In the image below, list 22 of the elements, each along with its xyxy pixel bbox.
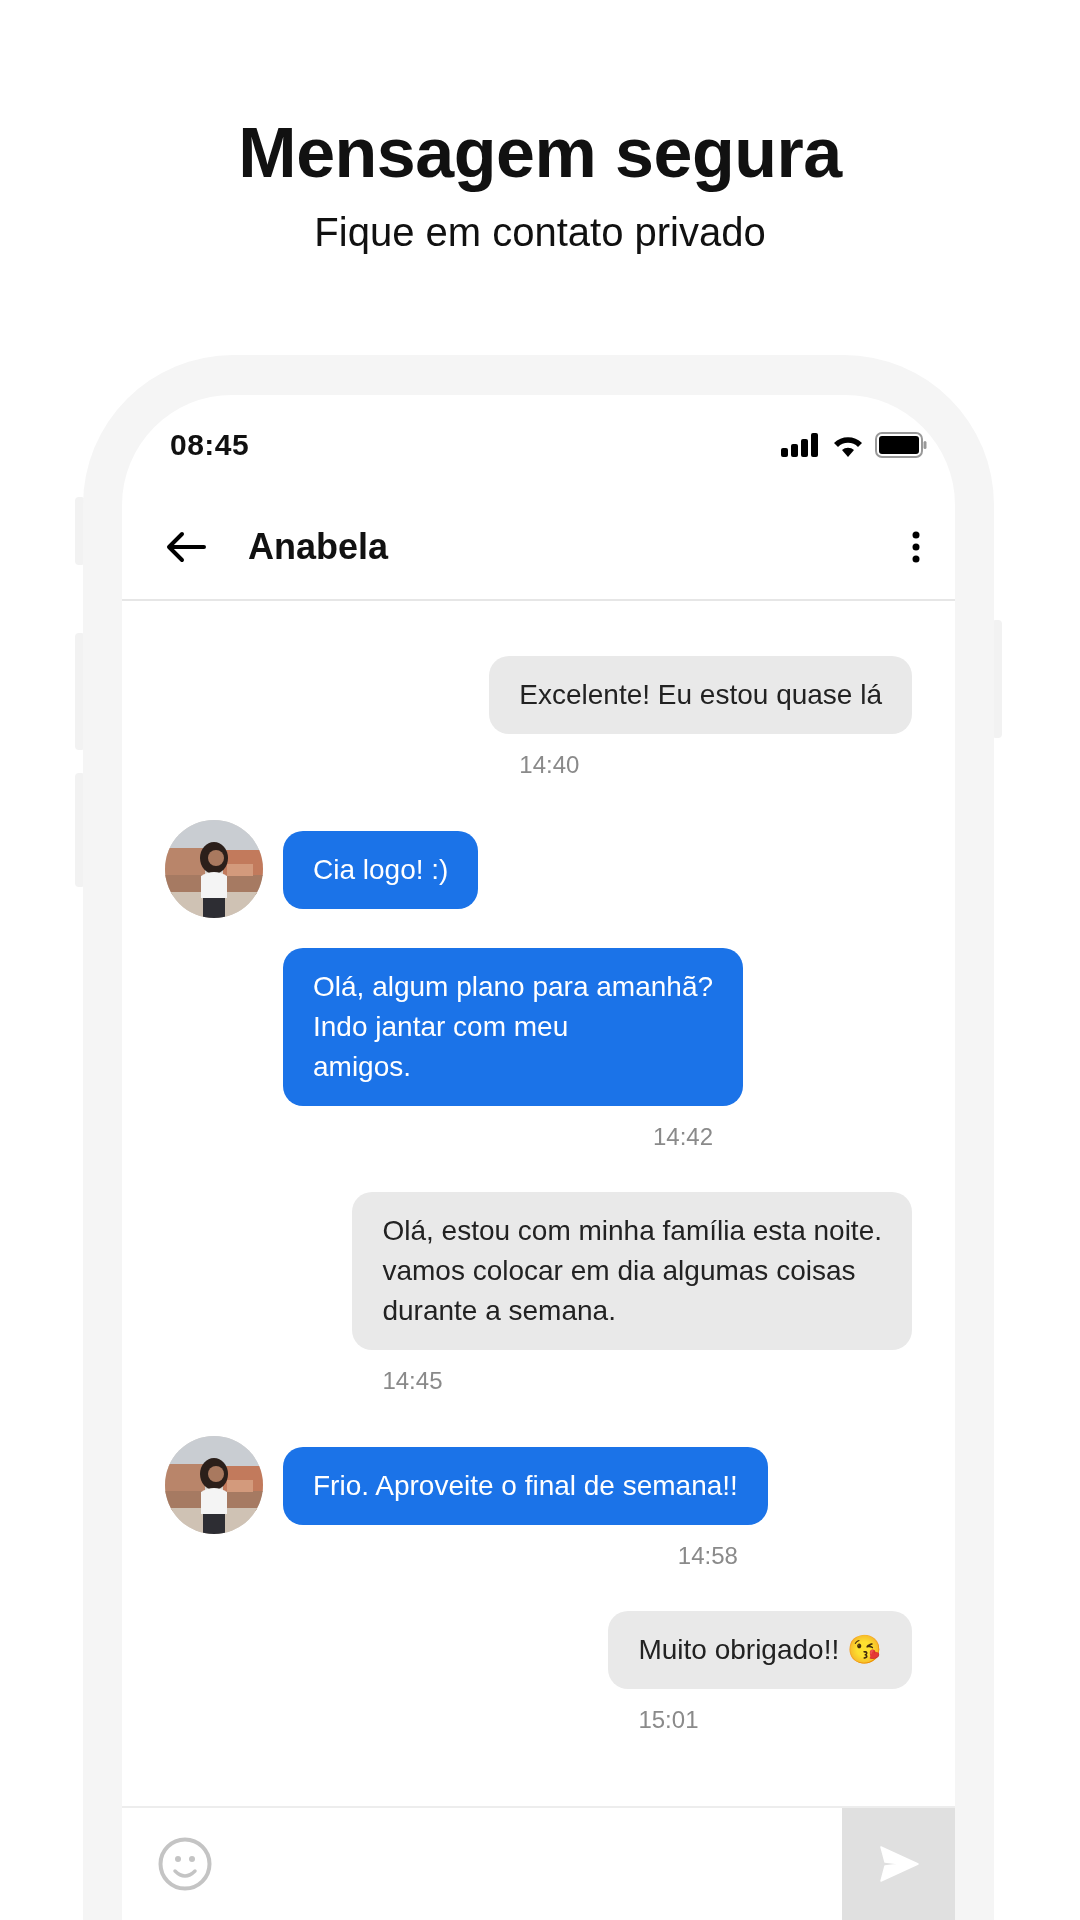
contact-name: Anabela	[248, 526, 390, 568]
signal-icon	[781, 433, 821, 457]
battery-icon	[875, 432, 927, 458]
send-icon	[878, 1846, 919, 1882]
promo-subtitle: Fique em contato privado	[314, 209, 766, 256]
more-button[interactable]	[911, 531, 921, 563]
message-bubble: Frio. Aproveite o final de semana!!	[283, 1447, 768, 1525]
message-time: 15:01	[637, 1705, 700, 1735]
message-time: 14:42	[652, 1122, 715, 1152]
more-icon	[911, 531, 921, 563]
message-time: 14:40	[518, 750, 581, 780]
clock-time: 08:45	[170, 428, 250, 462]
message-time: 14:58	[676, 1541, 739, 1571]
message-bubble: Excelente! Eu estou quase lá	[489, 656, 912, 734]
back-icon	[166, 531, 206, 563]
back-button[interactable]	[166, 531, 206, 563]
message-time: 14:45	[381, 1366, 444, 1396]
message-bubble: Olá, estou com minha família esta noite. vamos colocar em dia algumas coisas durante a semana.	[352, 1192, 912, 1350]
promo-title: Mensagem segura	[238, 113, 842, 194]
message-bubble: Muito obrigado!! 😘	[608, 1611, 912, 1689]
message-bubble: Cia logo! :)	[283, 831, 479, 909]
message-bubble: Olá, algum plano para amanhã? Indo jantar com meu amigos.	[283, 948, 744, 1106]
